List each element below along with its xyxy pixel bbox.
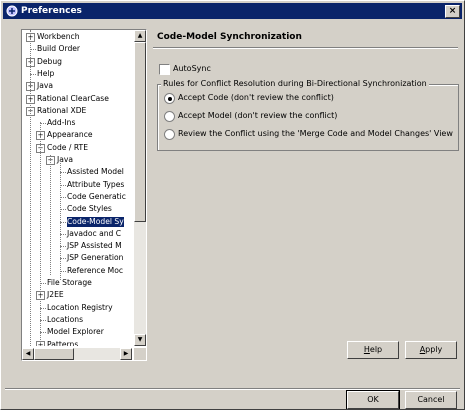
preferences-window: Preferences × + Workbench Build Order + Debu… [0,0,465,410]
scrollbar-corner [134,348,146,360]
horizontal-scroll-thumb[interactable] [34,348,74,360]
apply-button[interactable]: Apply [405,341,457,359]
accept-code-label[interactable]: Accept Code (don't review the conflict) [178,93,334,102]
tree-item[interactable]: Build Order [37,44,80,54]
close-icon: × [448,6,457,16]
tree-viewport[interactable]: + Workbench Build Order + Debug Help + Java + Rat… [22,30,132,346]
help-label: elp [369,345,383,354]
title-bar[interactable]: Preferences × [3,3,462,19]
header-divider [153,47,458,49]
tree-connector [30,30,31,346]
accept-model-label[interactable]: Accept Model (don't review the conflict) [178,111,337,120]
tree-item[interactable]: Appearance [47,130,93,140]
tree-item[interactable]: Help [37,69,54,79]
autosync-label[interactable]: AutoSync [173,64,211,73]
autosync-checkbox[interactable] [159,64,170,75]
tree-item[interactable]: Reference Moc [67,266,123,276]
tree-item[interactable]: Rational ClearCase [37,94,109,104]
tree-horizontal-scrollbar[interactable]: ◀ ▶ [22,348,132,360]
tree-connector [60,160,61,280]
eclipse-preferences-icon [6,5,18,17]
tree-item[interactable]: J2EE [47,290,64,300]
tree-item[interactable]: Code Generatic [67,192,126,202]
tree-item[interactable]: Location Registry [47,303,113,313]
preferences-tree[interactable]: + Workbench Build Order + Debug Help + Java + Rat… [21,29,147,361]
tree-item[interactable]: Add-Ins [47,118,75,128]
accept-model-radio[interactable] [164,111,175,122]
arrow-down-icon: ▼ [137,336,143,343]
accept-code-radio[interactable] [164,93,175,104]
tree-item[interactable]: Rational XDE [37,106,86,116]
tree-item[interactable]: Assisted Model [67,167,124,177]
tree-item[interactable]: Workbench [37,32,80,42]
tree-item[interactable]: File Storage [47,278,92,288]
scroll-up-button[interactable]: ▲ [134,30,146,42]
tree-item[interactable]: Code / RTE [47,143,88,153]
tree-item[interactable]: JSP Generation [67,253,123,263]
conflict-rules-group-label: Rules for Conflict Resolution during Bi-… [161,79,429,88]
arrow-left-icon: ◀ [25,350,31,357]
apply-label: pply [425,345,443,354]
scroll-right-button[interactable]: ▶ [120,348,132,360]
close-button[interactable]: × [445,5,460,18]
tree-item[interactable]: Code Styles [67,204,112,214]
cancel-label: Cancel [417,395,445,404]
tree-vertical-scrollbar[interactable]: ▲ ▼ [134,30,146,346]
vertical-scroll-thumb[interactable] [134,42,146,222]
cancel-button[interactable]: Cancel [405,391,457,409]
page-title: Code-Model Synchronization [157,32,302,42]
review-conflict-radio[interactable] [164,129,175,140]
scroll-left-button[interactable]: ◀ [22,348,34,360]
tree-item-selected[interactable]: Code-Model Sy [67,216,124,227]
help-button[interactable]: Help [347,341,399,359]
arrow-right-icon: ▶ [123,350,129,357]
arrow-up-icon: ▲ [137,32,143,39]
tree-item[interactable]: Attribute Types [67,180,124,190]
tree-item[interactable]: Java [37,81,53,91]
tree-item[interactable]: JSP Assisted M [67,241,122,251]
ok-label: OK [367,395,379,404]
tree-item[interactable]: Debug [37,57,62,67]
window-title: Preferences [21,6,82,16]
footer-divider [5,388,460,390]
tree-connector [50,155,51,275]
tree-item[interactable]: Patterns [47,340,78,347]
ok-button[interactable]: OK [346,390,400,409]
review-conflict-label[interactable]: Review the Conflict using the 'Merge Cod… [178,129,453,138]
tree-item[interactable]: Javadoc and C [67,229,121,239]
tree-connector [40,122,41,346]
tree-item[interactable]: Locations [47,315,83,325]
tree-item[interactable]: Model Explorer [47,327,104,337]
scroll-down-button[interactable]: ▼ [134,334,146,346]
